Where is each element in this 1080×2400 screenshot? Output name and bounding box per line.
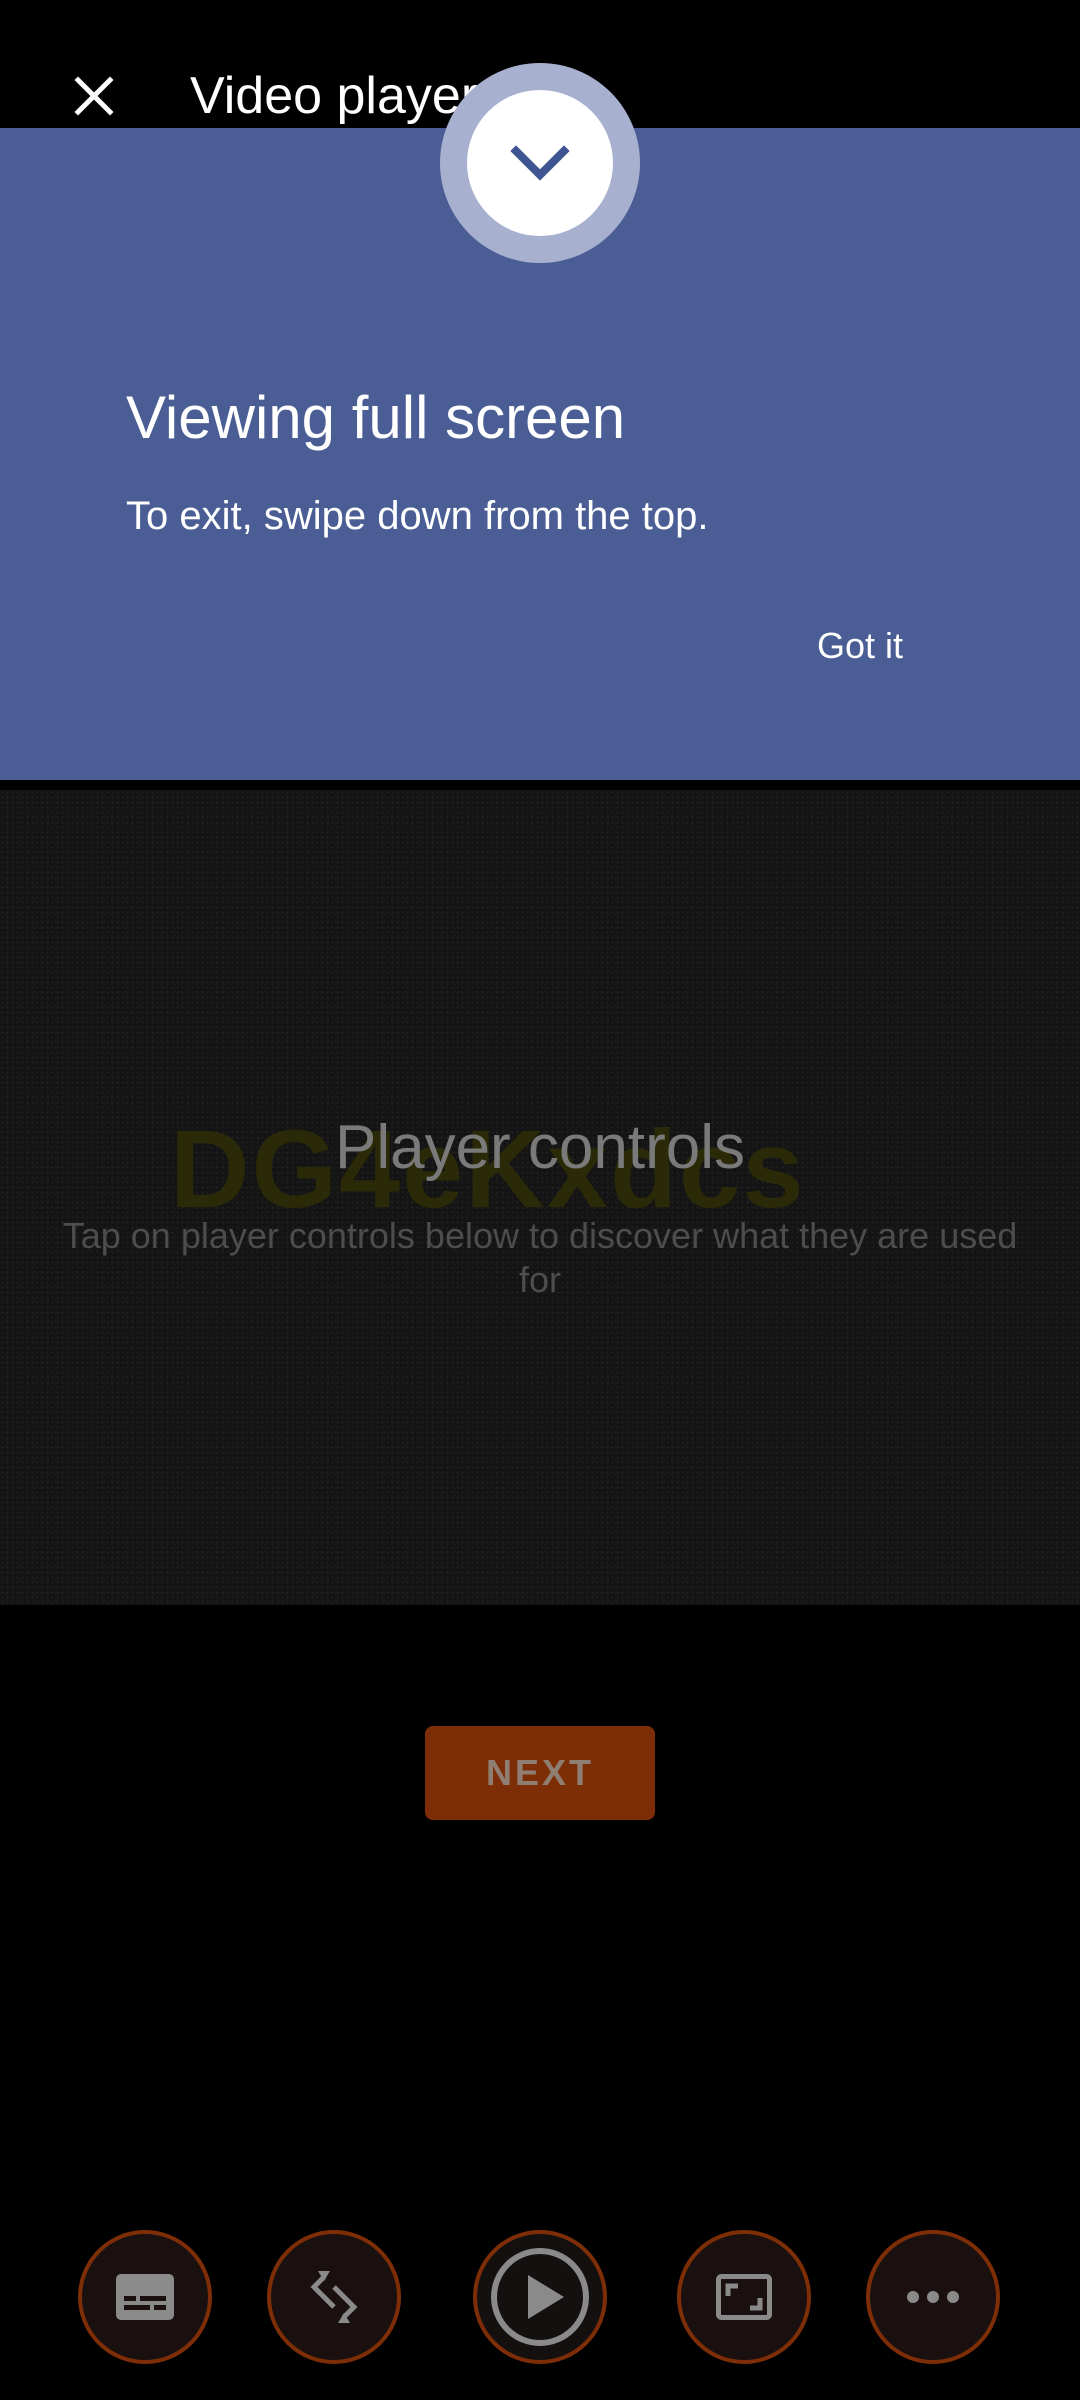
got-it-button[interactable]: Got it [800,618,920,674]
play-button[interactable] [473,2230,607,2364]
tip-icon-ring [440,63,640,263]
rotate-icon [310,2271,358,2323]
chevron-down-icon [510,145,570,181]
more-icon [907,2291,959,2303]
tip-sheet: Viewing full screen To exit, swipe down … [0,63,1080,780]
close-icon [74,76,114,116]
tip-title: Viewing full screen [126,384,626,451]
tip-icon-circle [467,90,613,236]
aspect-ratio-button[interactable] [677,2230,811,2364]
aspect-ratio-icon [716,2274,772,2320]
overlay-description: Tap on player controls below to discover… [62,1215,1018,1300]
tip-body: To exit, swipe down from the top. [126,494,709,538]
subtitles-button[interactable] [78,2230,212,2364]
subtitles-icon [116,2274,174,2320]
next-button[interactable]: NEXT [425,1726,655,1820]
close-button[interactable] [58,60,130,132]
overlay-title: Player controls [334,1113,746,1182]
screen: Video player tips DG4eKxdcs Player contr… [0,0,1080,2400]
rotate-button[interactable] [267,2230,401,2364]
play-icon [491,2248,589,2346]
more-button[interactable] [866,2230,1000,2364]
